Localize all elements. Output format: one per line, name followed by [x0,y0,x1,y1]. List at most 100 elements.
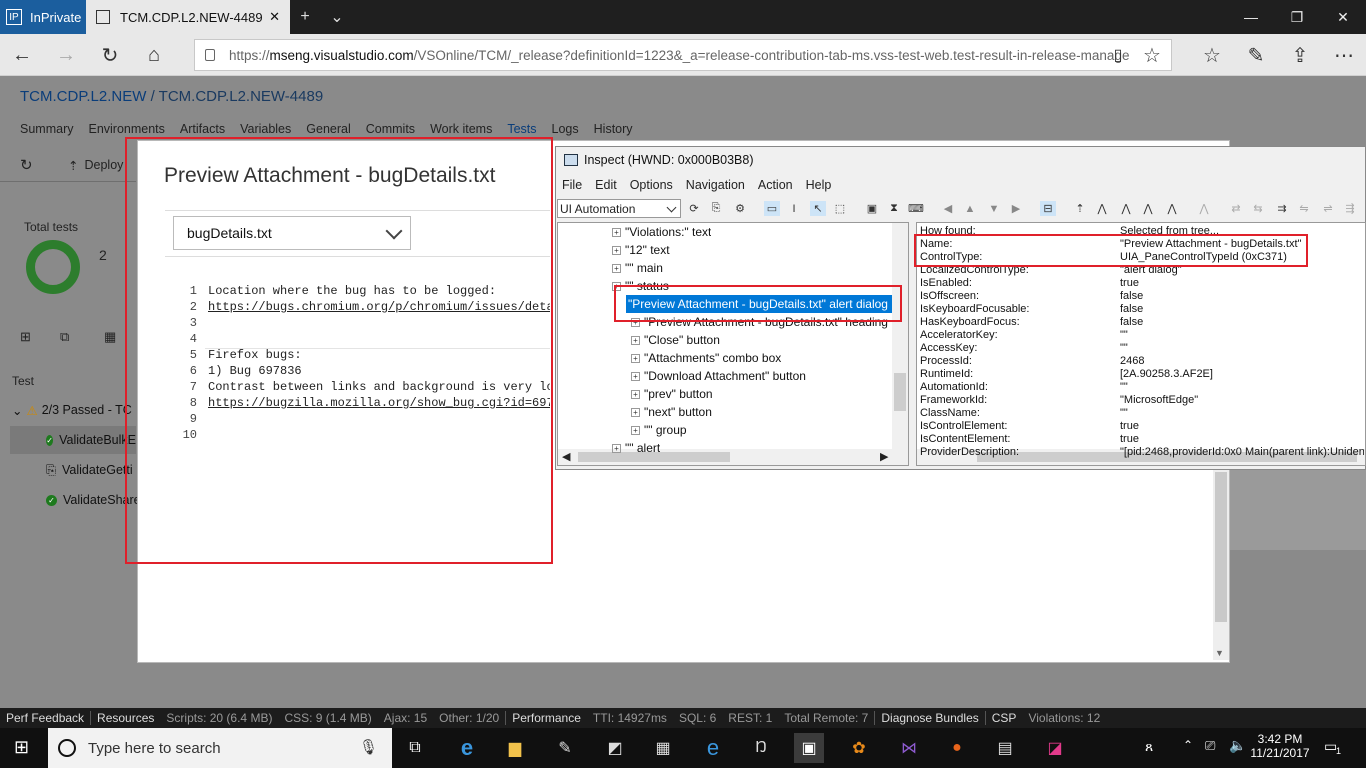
nav-next-icon[interactable]: ▶ [1008,201,1024,216]
volume-icon[interactable]: 🔈 [1229,737,1246,754]
expand-icon[interactable]: + [612,245,621,255]
show-hidden-icons-chevron-icon[interactable]: ⌃ [1183,738,1193,752]
pattern-icon[interactable]: ⇉ [1274,201,1290,216]
collapse-all-icon[interactable]: ⧉ [60,329,69,345]
tab-summary[interactable]: Summary [20,122,73,136]
microphone-icon[interactable]: 🎙 [359,738,378,756]
watch-cursor-icon[interactable]: ↖ [810,201,826,216]
expand-icon[interactable]: + [612,263,621,273]
people-icon[interactable]: ጸ [1145,738,1153,755]
diagnose-bundles-link[interactable]: Diagnose Bundles [875,711,986,725]
tree-node[interactable]: + "" alert [612,439,660,457]
windows-start-icon[interactable]: ⊞ [14,738,34,758]
tree-node[interactable]: + "" main [612,259,663,277]
more-icon[interactable]: ⋯ [1322,34,1366,76]
web-note-icon[interactable]: ✎ [1234,34,1278,76]
file-explorer-icon[interactable]: ▆ [500,733,530,763]
scroll-thumb[interactable] [894,373,906,411]
test-group-row[interactable]: ⌄ ⚠ 2/3 Passed - TC [12,396,132,424]
menu-help[interactable]: Help [806,178,832,192]
visual-studio-icon[interactable]: ⋈ [894,733,924,763]
inspect-taskbar-icon[interactable]: ▣ [794,733,824,763]
tab-history[interactable]: History [594,122,633,136]
menu-file[interactable]: File [562,178,582,192]
keyboard-icon[interactable]: ⌨ [908,201,924,216]
tree-vscrollbar[interactable] [892,223,908,451]
new-tab-icon[interactable]: + [288,0,322,34]
close-tab-icon[interactable]: ✕ [269,9,280,25]
edge-icon[interactable]: e [452,733,482,763]
deploy-button[interactable]: ⇡ Deploy [68,158,123,173]
expand-icon[interactable]: + [631,407,640,417]
dialog-scrollbar[interactable] [1213,470,1229,660]
tree-node[interactable]: + "" group [631,421,687,439]
taskbar-search[interactable]: Type here to search 🎙 [48,728,392,768]
parent-icon[interactable]: ⇡ [1072,201,1088,216]
expand-icon[interactable]: + [631,425,640,435]
expand-icon[interactable]: + [631,335,640,345]
internet-explorer-icon[interactable]: e [698,733,728,763]
pattern-icon[interactable]: ⇌ [1320,201,1336,216]
app-icon[interactable]: ▤ [990,733,1020,763]
refresh-icon[interactable]: ↻ [88,34,132,76]
test-row[interactable]: ⎘ ValidateGetti [46,456,133,484]
watch-caret-icon[interactable]: I [786,201,802,216]
favorites-hub-icon[interactable]: ☆ [1190,34,1234,76]
scroll-right-icon[interactable]: ▶ [880,450,888,463]
tab-artifacts[interactable]: Artifacts [180,122,225,136]
tab-commits[interactable]: Commits [366,122,415,136]
disabled-nav-icon[interactable]: ⋀ [1196,201,1212,216]
app-icon[interactable]: ◪ [1040,733,1070,763]
pattern-icon[interactable]: ⇋ [1296,201,1312,216]
hourglass-icon[interactable]: ⧗ [886,201,902,216]
breadcrumb-root[interactable]: TCM.CDP.L2.NEW [20,88,146,105]
scroll-thumb[interactable] [1215,472,1227,622]
options-tool-icon[interactable]: ⚙ [732,201,748,216]
scroll-left-icon[interactable]: ◀ [562,450,570,463]
tree-node[interactable]: + "12" text [612,241,670,259]
element-tree[interactable]: ◀ ▶ [557,222,909,466]
paint-icon[interactable]: ✎ [550,733,580,763]
expand-icon[interactable]: + [612,443,621,453]
tree-node[interactable]: + "next" button [631,403,712,421]
tree-view-icon[interactable]: ⊟ [1040,201,1056,216]
tab-list-chevron-icon[interactable]: ⌄ [320,0,354,34]
tab-work-items[interactable]: Work items [430,122,492,136]
last-child-icon[interactable]: ⋀ [1164,201,1180,216]
nav-down-icon[interactable]: ▼ [986,201,1002,216]
scroll-down-icon[interactable]: ▼ [1215,648,1224,658]
app-icon[interactable]: ◩ [600,733,630,763]
pattern-icon[interactable]: ⇄ [1228,201,1244,216]
tree-node[interactable]: + "Violations:" text [612,223,711,241]
tree-node[interactable]: + "Download Attachment" button [631,367,806,385]
next-sibling-icon[interactable]: ⋀ [1118,201,1134,216]
tree-node[interactable]: + "Close" button [631,331,720,349]
tab-logs[interactable]: Logs [552,122,579,136]
tree-node[interactable]: + "Attachments" combo box [631,349,781,367]
favorite-star-icon[interactable]: ☆ [1130,34,1174,76]
tab-variables[interactable]: Variables [240,122,291,136]
restore-icon[interactable]: ❐ [1274,0,1320,34]
expand-icon[interactable]: + [612,227,621,237]
performance-label[interactable]: Performance [506,711,587,725]
app-icon[interactable]: Ŋ [746,733,776,763]
taskbar-clock[interactable]: 3:42 PM 11/21/2017 [1250,732,1310,760]
url-input[interactable]: https://mseng.visualstudio.com/VSOnline/… [194,39,1172,71]
back-icon[interactable]: ← [0,34,44,76]
share-icon[interactable]: ⇪ [1278,34,1322,76]
show-highlight-icon[interactable]: ▣ [864,201,880,216]
highlight-icon[interactable]: ⬚ [832,201,848,216]
pattern-icon[interactable]: ⇶ [1342,201,1358,216]
pattern-icon[interactable]: ⇆ [1250,201,1266,216]
prev-sibling-icon[interactable]: ⋀ [1140,201,1156,216]
browser-tab-active[interactable]: TCM.CDP.L2.NEW-4489 ✕ [86,0,290,34]
expand-icon[interactable]: + [631,353,640,363]
resources-label[interactable]: Resources [91,711,160,725]
refresh-tool-icon[interactable]: ⟳ [686,201,702,216]
close-window-icon[interactable]: ✕ [1320,0,1366,34]
firefox-icon[interactable]: ● [942,733,972,763]
csp-label[interactable]: CSP [986,711,1023,725]
menu-edit[interactable]: Edit [595,178,617,192]
refresh-page-icon[interactable]: ↻ [20,156,33,174]
first-child-icon[interactable]: ⋀ [1094,201,1110,216]
